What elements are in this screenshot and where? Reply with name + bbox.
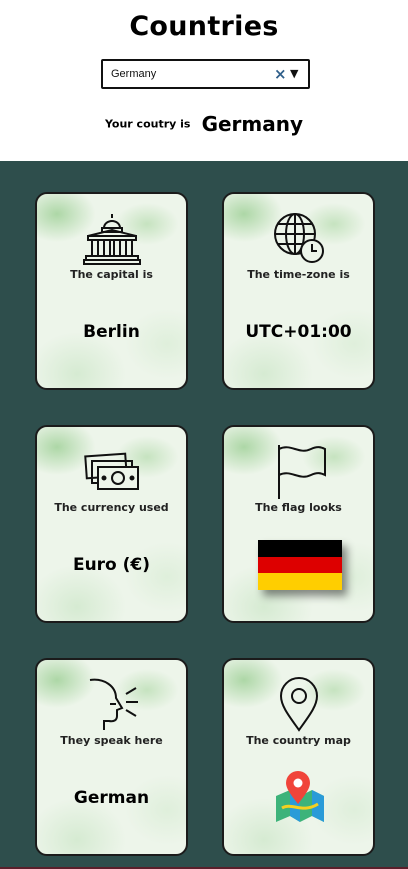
flag-icon (277, 445, 326, 499)
selected-country-line: Your coutry is Germany (0, 112, 408, 136)
currency-label: The currency used (54, 501, 169, 514)
flag-stripe (258, 556, 342, 574)
capital-value: Berlin (83, 322, 140, 342)
cards-area: The capital is Berlin The time-zone is U… (0, 161, 408, 867)
flag-stripe (258, 540, 342, 557)
country-flag (258, 540, 342, 590)
capitol-building-icon (82, 214, 141, 265)
currency-card: The currency used Euro (€) (35, 425, 188, 623)
clear-icon[interactable]: × (274, 65, 287, 83)
speaking-head-icon (89, 678, 138, 730)
language-card: They speak here German (35, 658, 188, 856)
folded-map-pin-icon[interactable] (272, 770, 328, 826)
language-value: German (73, 788, 150, 808)
chevron-down-icon[interactable]: ▼ (290, 67, 298, 81)
map-label: The country map (246, 734, 351, 747)
capital-card: The capital is Berlin (35, 192, 188, 390)
banknotes-icon (83, 452, 139, 490)
selected-country-prefix: Your coutry is (104, 117, 191, 131)
timezone-label: The time-zone is (247, 268, 350, 281)
location-pin-icon (279, 677, 318, 732)
capital-label: The capital is (70, 268, 153, 281)
selected-country-name: Germany (201, 112, 304, 136)
country-select[interactable]: Germany × ▼ (101, 59, 310, 89)
currency-value: Euro (€) (72, 555, 151, 575)
timezone-value: UTC+01:00 (245, 322, 352, 342)
language-label: They speak here (60, 734, 163, 747)
globe-clock-icon (273, 213, 324, 263)
timezone-card: The time-zone is UTC+01:00 (222, 192, 375, 390)
map-card: The country map (222, 658, 375, 856)
header: Countries Germany × ▼ Your coutry is Ger… (0, 0, 408, 161)
page-title: Countries (129, 11, 279, 42)
country-select-value: Germany (111, 68, 157, 80)
flag-label: The flag looks (255, 501, 342, 514)
flag-stripe (258, 573, 342, 590)
flag-card: The flag looks (222, 425, 375, 623)
